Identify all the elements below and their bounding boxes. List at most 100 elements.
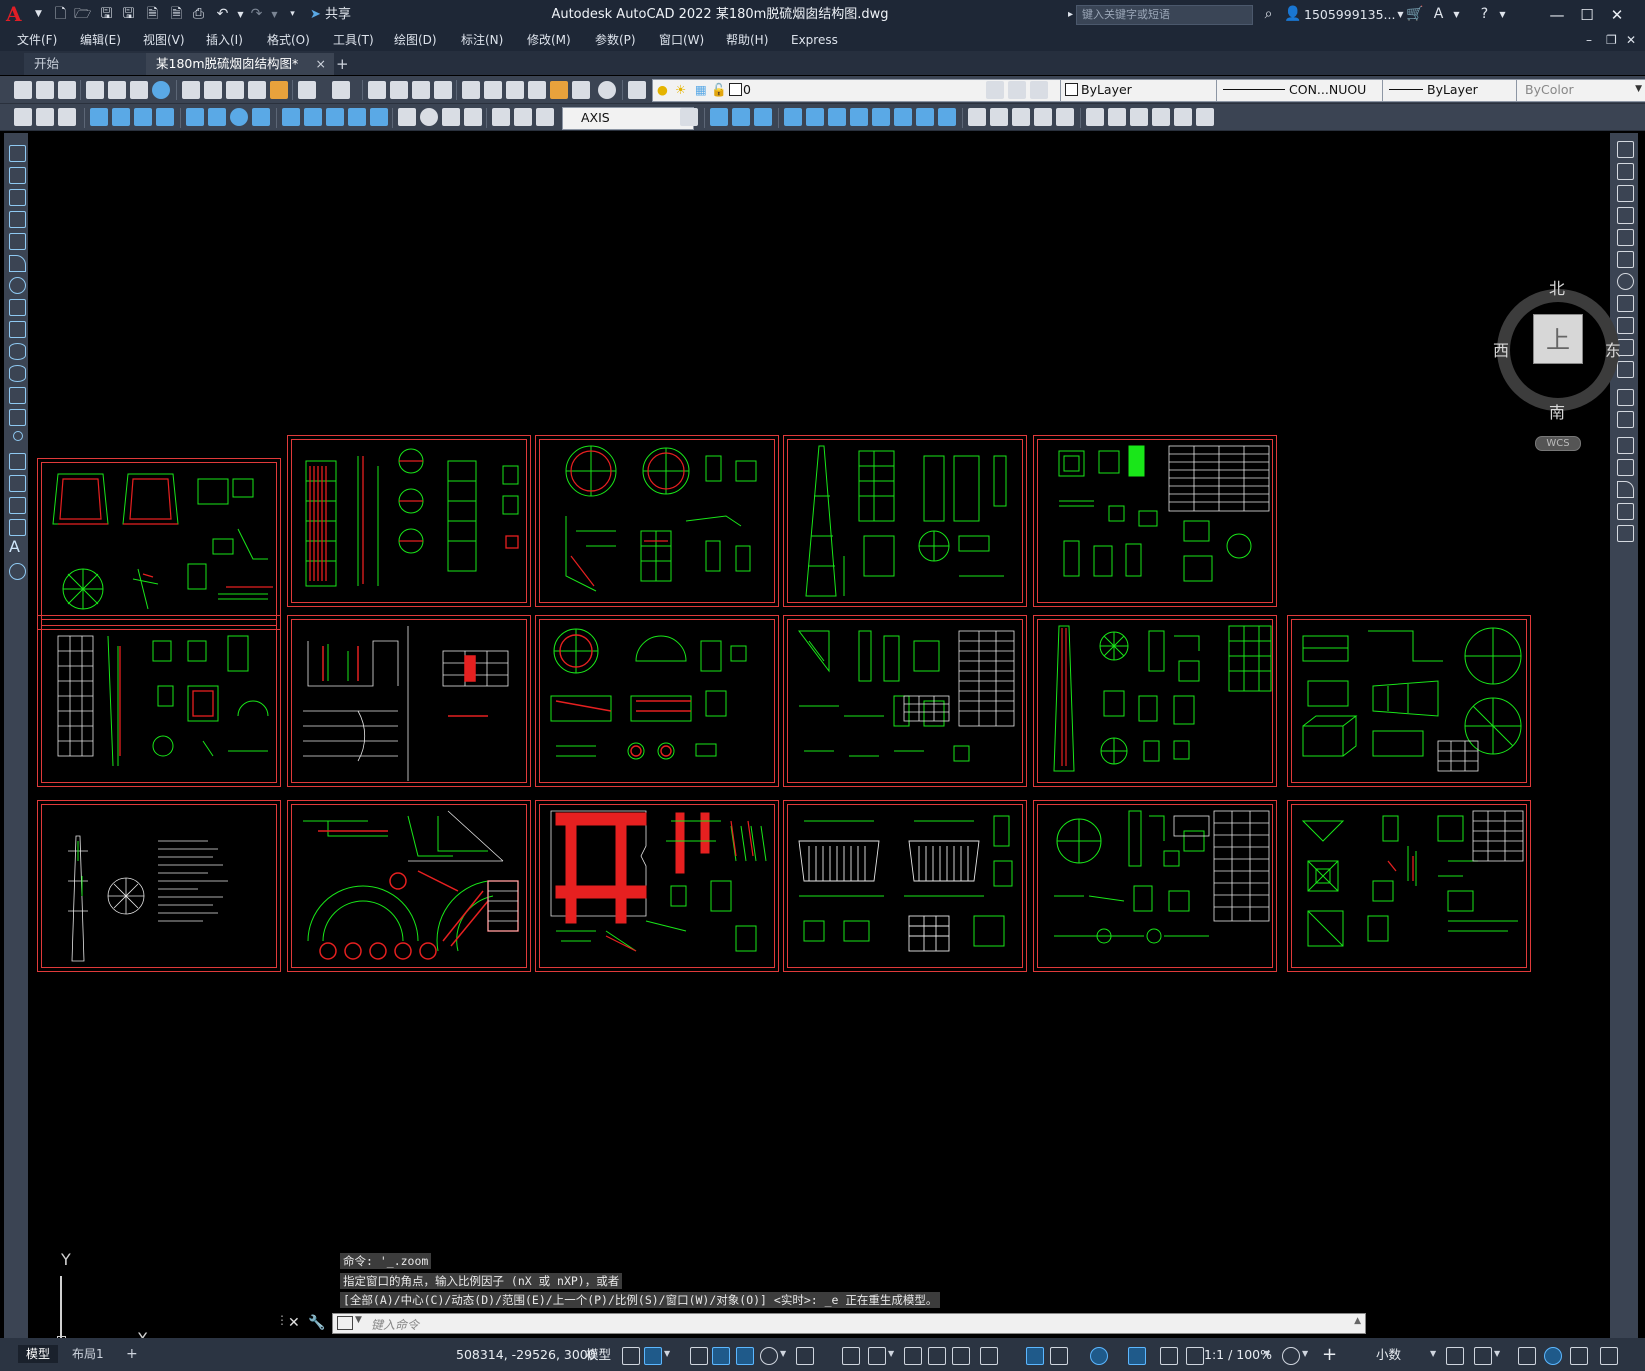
plot-icon[interactable]: ⎙ (190, 6, 207, 23)
pan-icon[interactable] (368, 81, 386, 99)
sheet-set-icon[interactable] (528, 81, 546, 99)
line-icon[interactable] (9, 145, 26, 162)
ortho-mode-icon[interactable] (736, 1347, 754, 1365)
object-snap-tracking-icon[interactable] (842, 1347, 860, 1365)
autodesk-app-icon[interactable]: A (1430, 6, 1447, 23)
tolerance-icon[interactable] (398, 108, 416, 126)
table-icon[interactable] (9, 519, 26, 536)
drawing-sheet[interactable] (783, 615, 1027, 787)
drawing-sheet[interactable] (1287, 800, 1531, 972)
gradient-icon[interactable] (9, 475, 26, 492)
autocad-logo-icon[interactable]: A (6, 3, 26, 25)
lineweight-icon[interactable] (904, 1347, 922, 1365)
menu-insert[interactable]: 插入(I) (206, 32, 243, 49)
point-icon[interactable] (13, 431, 23, 441)
dimension-space-icon[interactable] (348, 108, 366, 126)
text-above-icon[interactable] (1152, 108, 1170, 126)
annotation-scale-value[interactable]: 1:1 / 100% (1204, 1346, 1272, 1364)
selection-filter-icon[interactable] (1050, 1347, 1068, 1365)
3d-osnap-icon[interactable] (980, 1347, 998, 1365)
drawing-sheet[interactable] (535, 435, 779, 607)
explode-icon[interactable] (1617, 525, 1634, 542)
spline-icon[interactable] (9, 321, 26, 338)
wcs-menu-button[interactable]: WCS (1535, 436, 1581, 451)
trim-icon[interactable] (916, 108, 934, 126)
app-menu-dropdown-icon[interactable]: ▼ (30, 6, 47, 23)
rotate-icon[interactable] (850, 108, 868, 126)
insert-block-icon[interactable] (9, 387, 26, 404)
publish-web-icon[interactable] (152, 81, 170, 99)
customize-command-icon[interactable]: 🔧 (308, 1313, 325, 1334)
offset-icon[interactable] (784, 108, 802, 126)
compass-north[interactable]: 北 (1547, 275, 1567, 299)
rectangle-icon[interactable] (9, 233, 26, 250)
menu-help[interactable]: 帮助(H) (726, 32, 768, 49)
qsave-icon[interactable] (58, 81, 76, 99)
customize-quick-access-icon[interactable]: ▾ (284, 6, 301, 23)
move-icon[interactable] (828, 108, 846, 126)
minimize-button[interactable]: — (1543, 4, 1571, 26)
undo-dropdown-icon[interactable]: ▼ (232, 6, 249, 23)
extend-icon[interactable] (938, 108, 956, 126)
redo-icon[interactable] (332, 81, 350, 99)
polar-dropdown-icon[interactable]: ▼ (780, 1349, 786, 1358)
publish-icon[interactable] (130, 81, 148, 99)
dimension-text-edit-icon[interactable] (514, 108, 532, 126)
compass-south[interactable]: 南 (1547, 399, 1567, 423)
move-icon[interactable] (1617, 251, 1634, 268)
draw-order-icon[interactable] (1086, 108, 1104, 126)
block-icon[interactable] (36, 108, 54, 126)
menu-window[interactable]: 窗口(W) (659, 32, 704, 49)
close-window-button[interactable]: ✕ (1603, 4, 1631, 26)
zoom-previous-icon[interactable] (434, 81, 452, 99)
array-icon[interactable] (1617, 229, 1634, 246)
redo-icon[interactable]: ↷ (248, 6, 265, 23)
arc-icon[interactable] (9, 255, 26, 272)
dynamic-ucs-icon[interactable] (1026, 1347, 1044, 1365)
ellipse-icon[interactable] (9, 343, 26, 360)
isometric-drafting-icon[interactable] (796, 1347, 814, 1365)
drawing-sheet[interactable] (287, 435, 531, 607)
cursor-coordinates[interactable]: 508314, -29526, 3000 (456, 1346, 596, 1364)
dimension-edit-icon[interactable] (492, 108, 510, 126)
cart-icon[interactable]: 🛒 (1406, 6, 1423, 23)
menu-view[interactable]: 视图(V) (143, 32, 185, 49)
layer-properties-icon[interactable] (628, 81, 646, 99)
blend-curves-icon[interactable] (1617, 503, 1634, 520)
dimension-front-icon[interactable] (1196, 108, 1214, 126)
radius-dimension-icon[interactable] (186, 108, 204, 126)
viewcube[interactable]: 上 北 南 东 西 WCS (1493, 279, 1625, 481)
drawing-sheet[interactable] (783, 435, 1027, 607)
quick-properties-icon[interactable] (1446, 1347, 1464, 1365)
copy-object-icon[interactable] (732, 108, 750, 126)
hatch-icon[interactable] (9, 453, 26, 470)
drawing-sheet[interactable] (535, 615, 779, 787)
ordinate-dimension-icon[interactable] (156, 108, 174, 126)
baseline-dimension-icon[interactable] (304, 108, 322, 126)
plot-icon[interactable] (86, 81, 104, 99)
color-dropdown[interactable]: ByLayer ▼ (1060, 79, 1230, 102)
chamfer-icon[interactable] (1012, 108, 1030, 126)
array-icon[interactable] (806, 108, 824, 126)
snap-dropdown-icon[interactable]: ▼ (664, 1349, 670, 1358)
markup-icon[interactable] (550, 81, 568, 99)
zoom-window-icon[interactable] (412, 81, 430, 99)
auto-scale-icon[interactable] (1160, 1347, 1178, 1365)
quick-dimension-icon[interactable] (282, 108, 300, 126)
layers-icon[interactable] (58, 108, 76, 126)
save-to-web-icon[interactable]: 🗎 (168, 6, 185, 23)
add-layout-icon[interactable]: + (118, 1345, 146, 1363)
compass-west[interactable]: 西 (1491, 337, 1511, 361)
new-file-icon[interactable]: 🗋 (52, 6, 69, 23)
new-tab-icon[interactable]: + (326, 53, 359, 75)
command-dropdown-icon[interactable]: ▼ (355, 1315, 362, 1325)
maximize-button[interactable]: ☐ (1573, 4, 1601, 26)
annotation-scale-icon[interactable] (1186, 1347, 1204, 1365)
qnew-icon[interactable] (14, 108, 32, 126)
graphics-performance-icon[interactable] (1544, 1347, 1562, 1365)
jogged-linear-icon[interactable] (464, 108, 482, 126)
stretch-icon[interactable] (894, 108, 912, 126)
menu-file[interactable]: 文件(F) (17, 32, 57, 49)
doc-close-button[interactable]: ✕ (1626, 32, 1636, 49)
hatch-back-icon[interactable] (1174, 108, 1192, 126)
